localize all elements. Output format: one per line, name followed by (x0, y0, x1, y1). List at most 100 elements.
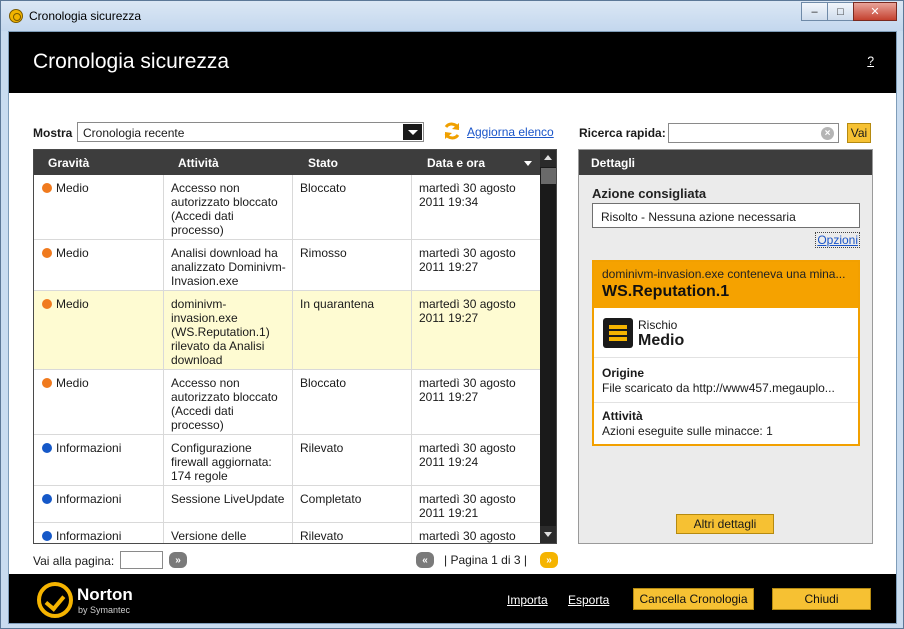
export-link[interactable]: Esporta (568, 593, 609, 607)
brand-name: Norton (77, 585, 133, 604)
details-header: Dettagli (579, 150, 872, 175)
page-title: Cronologia sicurezza (33, 50, 230, 73)
maximize-button[interactable]: □ (827, 2, 854, 21)
import-link[interactable]: Importa (507, 593, 548, 607)
table-row[interactable]: Informazioni Configurazione firewall agg… (34, 435, 540, 486)
page-header: Cronologia sicurezza ? (9, 32, 896, 93)
close-window-button[interactable]: ✕ (853, 2, 897, 21)
activity-value: Azioni eseguite sulle minacce: 1 (602, 424, 773, 438)
minimize-button[interactable]: – (801, 2, 828, 21)
details-panel: Dettagli Azione consigliata Risolto - Ne… (578, 149, 873, 544)
severity-cell: Informazioni (42, 441, 121, 455)
table-row-selected[interactable]: Medio dominivm-invasion.exe (WS.Reputati… (34, 291, 540, 370)
column-header-status[interactable]: Stato (308, 156, 338, 170)
client-area: Cronologia sicurezza ? Mostra Cronologia… (8, 31, 897, 624)
risk-row: Rischio Medio (594, 308, 858, 358)
datetime-cell: martedì 30 agosto 2011 19:24 (419, 441, 516, 469)
severity-cell: Informazioni (42, 529, 121, 543)
datetime-cell: martedì 30 agosto 2011 19:21 (419, 492, 516, 520)
column-header-severity[interactable]: Gravità (48, 156, 89, 170)
threat-name: WS.Reputation.1 (602, 283, 730, 300)
severity-cell: Medio (42, 376, 89, 390)
status-cell: Rimosso (300, 246, 347, 260)
chevron-down-icon[interactable] (403, 124, 422, 140)
history-table: Gravità Attività Stato Data e ora Medio … (33, 149, 557, 544)
activity-cell: Analisi download ha analizzato Dominivm-… (171, 246, 286, 288)
sort-desc-icon (524, 161, 532, 166)
origin-label: Origine (602, 366, 645, 380)
table-row[interactable]: Medio Analisi download ha analizzato Dom… (34, 240, 540, 291)
table-scrollbar[interactable] (540, 150, 556, 543)
goto-page-next-icon[interactable]: » (169, 552, 187, 568)
datetime-cell: martedì 30 agosto (419, 529, 516, 543)
activity-cell: Accesso non autorizzato bloccato (Accedi… (171, 181, 278, 237)
filter-label: Mostra (33, 126, 73, 140)
table-row[interactable]: Informazioni Versione delle Rilevato mar… (34, 523, 540, 543)
search-go-button[interactable]: Vai (847, 123, 871, 143)
options-link[interactable]: Opzioni (815, 232, 860, 248)
origin-value: File scaricato da http://www457.megauplo… (602, 381, 835, 395)
window-controls: – □ ✕ (801, 2, 897, 21)
activity-label: Attività (602, 409, 643, 423)
datetime-cell: martedì 30 agosto 2011 19:27 (419, 297, 516, 325)
severity-cell: Informazioni (42, 492, 121, 506)
status-cell: Bloccato (300, 181, 347, 195)
refresh-icon[interactable] (442, 121, 462, 141)
page-indicator: | Pagina 1 di 3 | (444, 553, 527, 567)
column-header-datetime[interactable]: Data e ora (427, 156, 485, 170)
footer: Norton by Symantec Importa Esporta Cance… (9, 574, 896, 623)
more-details-button[interactable]: Altri dettagli (676, 514, 774, 534)
recommended-action-value: Risolto - Nessuna azione necessaria (592, 203, 860, 228)
norton-app-icon (9, 9, 23, 23)
table-header: Gravità Attività Stato Data e ora (34, 150, 540, 175)
title-bar[interactable]: Cronologia sicurezza – □ ✕ (1, 1, 903, 31)
status-cell: Rilevato (300, 441, 344, 455)
status-cell: In quarantena (300, 297, 375, 311)
clear-search-icon[interactable]: × (821, 127, 834, 140)
details-body: Azione consigliata Risolto - Nessuna azi… (579, 175, 872, 543)
threat-card: dominivm-invasion.exe conteneva una mina… (592, 260, 860, 446)
brand-sub: by Symantec (78, 605, 131, 615)
table-row[interactable]: Informazioni Sessione LiveUpdate Complet… (34, 486, 540, 523)
medium-severity-icon (42, 378, 52, 388)
medium-severity-icon (42, 299, 52, 309)
column-header-activity[interactable]: Attività (178, 156, 219, 170)
quick-search-label: Ricerca rapida: (579, 126, 666, 140)
help-link[interactable]: ? (867, 54, 874, 68)
scroll-down-icon[interactable] (540, 526, 556, 543)
recommended-action-title: Azione consigliata (592, 186, 707, 201)
table-row[interactable]: Medio Accesso non autorizzato bloccato (… (34, 175, 540, 240)
table-body: Medio Accesso non autorizzato bloccato (… (34, 175, 540, 543)
status-cell: Bloccato (300, 376, 347, 390)
activity-cell: Configurazione firewall aggiornata: 174 … (171, 441, 272, 483)
severity-cell: Medio (42, 297, 89, 311)
quick-search-input[interactable]: × (668, 123, 839, 143)
previous-page-icon[interactable]: « (416, 552, 434, 568)
activity-cell: Accesso non autorizzato bloccato (Accedi… (171, 376, 278, 432)
datetime-cell: martedì 30 agosto 2011 19:27 (419, 246, 516, 274)
threat-header: dominivm-invasion.exe conteneva una mina… (594, 262, 858, 308)
origin-block: Origine File scaricato da http://www457.… (594, 359, 858, 403)
risk-level-icon (603, 318, 633, 348)
activity-block: Attività Azioni eseguite sulle minacce: … (594, 402, 858, 445)
table-row[interactable]: Medio Accesso non autorizzato bloccato (… (34, 370, 540, 435)
goto-page-input[interactable] (120, 551, 163, 569)
window: Cronologia sicurezza – □ ✕ Cronologia si… (0, 0, 904, 629)
status-cell: Completato (300, 492, 362, 506)
scroll-up-icon[interactable] (540, 150, 556, 167)
clear-history-button[interactable]: Cancella Cronologia (633, 588, 754, 610)
info-severity-icon (42, 443, 52, 453)
activity-cell: Sessione LiveUpdate (171, 492, 285, 506)
window-title: Cronologia sicurezza (29, 9, 142, 23)
severity-cell: Medio (42, 181, 89, 195)
refresh-list-link[interactable]: Aggiorna elenco (467, 125, 554, 139)
threat-file: dominivm-invasion.exe conteneva una mina… (602, 267, 846, 281)
close-button[interactable]: Chiudi (772, 588, 871, 610)
scrollbar-thumb[interactable] (541, 168, 556, 184)
risk-label: Rischio (638, 318, 678, 332)
activity-cell: dominivm-invasion.exe (WS.Reputation.1) … (171, 297, 270, 367)
next-page-icon[interactable]: » (540, 552, 558, 568)
risk-value: Medio (638, 332, 685, 349)
medium-severity-icon (42, 248, 52, 258)
history-filter-select[interactable]: Cronologia recente (77, 122, 424, 142)
